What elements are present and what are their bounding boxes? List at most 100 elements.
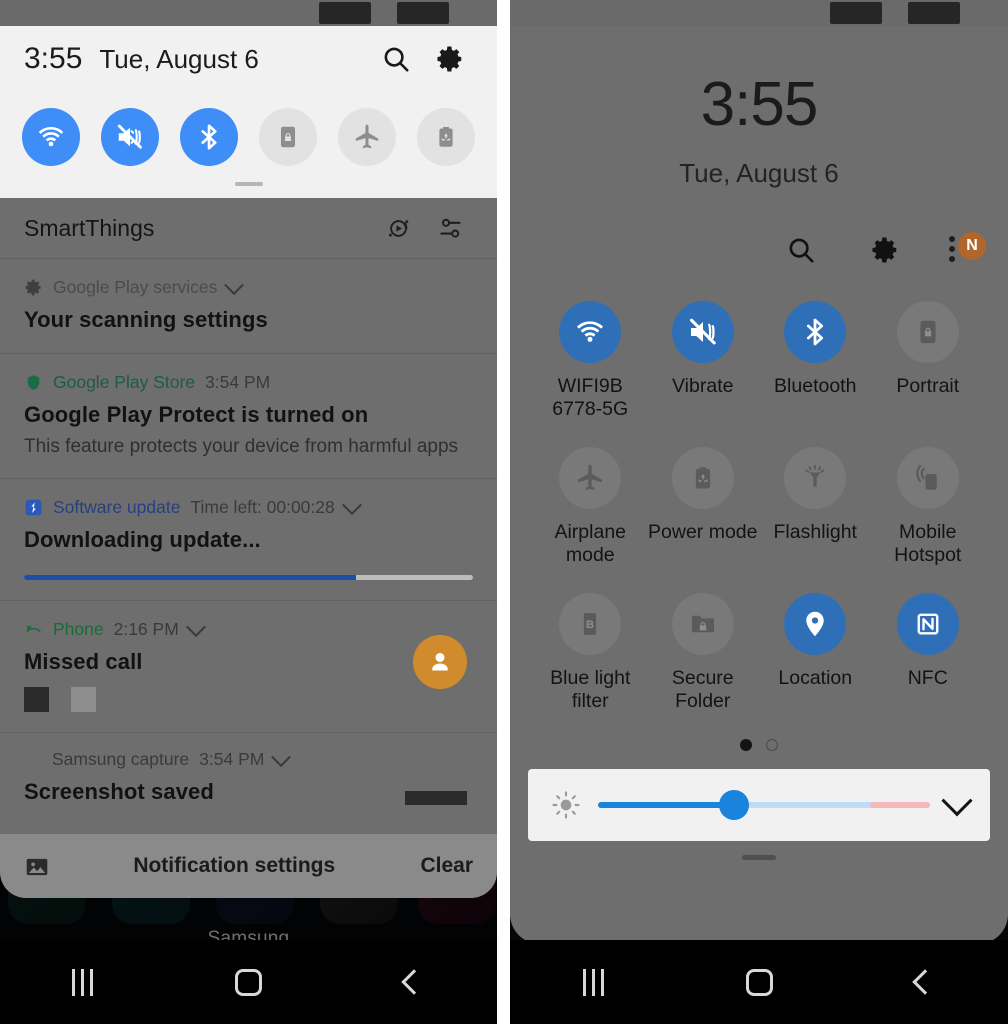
notification-item[interactable]: Phone 2:16 PM Missed call	[0, 601, 497, 732]
picture-icon[interactable]	[24, 854, 48, 878]
tile-label: Power mode	[648, 521, 758, 543]
blue-light-icon: B	[559, 593, 622, 655]
gear-icon[interactable]	[862, 227, 908, 273]
airplane-mode-tile[interactable]	[338, 108, 396, 166]
panel-divider-gap	[497, 0, 510, 1024]
flashlight-tile[interactable]: Flashlight	[759, 447, 872, 567]
left-status-bar	[0, 0, 497, 26]
slider-knob[interactable]	[719, 790, 750, 820]
chevron-down-icon[interactable]	[341, 494, 362, 515]
notification-item[interactable]: Google Play services Your scanning setti…	[0, 259, 497, 353]
bluetooth-tile[interactable]: Bluetooth	[759, 301, 872, 421]
secure-folder-icon	[671, 593, 734, 655]
mini-qs-tile-row	[0, 92, 497, 182]
wifi-tile[interactable]: WIFI9B 6778-5G	[534, 301, 647, 421]
notification-time: 3:54 PM	[199, 749, 265, 769]
software-update-icon	[24, 498, 43, 517]
bluetooth-icon	[784, 301, 847, 363]
quick-settings-tiles: WIFI9B 6778-5G Vibrate Bluetooth Portrai…	[510, 301, 1008, 713]
chevron-down-icon[interactable]	[271, 746, 292, 767]
secure-folder-tile[interactable]: Secure Folder	[647, 593, 760, 713]
location-tile[interactable]: Location	[759, 593, 872, 713]
power-mode-tile[interactable]: Power mode	[647, 447, 760, 567]
vibrate-tile[interactable]	[101, 108, 159, 166]
notification-item[interactable]: Software update Time left: 00:00:28 Down…	[0, 479, 497, 600]
back-icon[interactable]	[880, 952, 970, 1012]
status-redacted-block	[397, 2, 449, 24]
notification-app-name: Samsung capture	[52, 749, 190, 769]
portrait-tile[interactable]: Portrait	[872, 301, 985, 421]
home-icon[interactable]	[714, 952, 804, 1012]
recents-icon[interactable]	[548, 952, 638, 1012]
notification-item[interactable]: Google Play Store 3:54 PM Google Play Pr…	[0, 354, 497, 478]
smartthings-header: SmartThings	[0, 198, 497, 258]
search-icon[interactable]	[778, 227, 824, 273]
blue-light-filter-tile[interactable]: B Blue light filter	[534, 593, 647, 713]
chevron-down-icon[interactable]	[224, 274, 245, 295]
gear-icon	[24, 278, 43, 297]
smartthings-title: SmartThings	[24, 214, 155, 241]
right-navigation-bar	[510, 940, 1008, 1024]
chevron-down-icon[interactable]	[185, 616, 206, 637]
brightness-slider-panel	[528, 769, 990, 841]
tile-label: Location	[778, 667, 853, 689]
smartthings-scene-icon[interactable]	[375, 205, 421, 251]
airplane-mode-tile[interactable]: Airplane mode	[534, 447, 647, 567]
status-badge: N	[958, 232, 986, 260]
notification-list: SmartThings Google Play services Your sc…	[0, 198, 497, 898]
right-status-bar	[510, 0, 1008, 26]
qs-page-indicator[interactable]	[740, 739, 778, 751]
status-redacted-block	[319, 2, 371, 24]
tile-label: NFC	[907, 667, 948, 689]
redacted-block	[405, 791, 467, 805]
vibrate-tile[interactable]: Vibrate	[647, 301, 760, 421]
mini-qs-header: 3:55 Tue, August 6	[0, 26, 497, 92]
search-icon[interactable]	[373, 36, 419, 82]
notification-time: Time left: 00:00:28	[190, 497, 335, 517]
tile-label: Bluetooth	[774, 375, 857, 397]
notification-time: 2:16 PM	[113, 619, 179, 639]
notification-filter-icon[interactable]	[427, 205, 473, 251]
portrait-tile[interactable]	[259, 108, 317, 166]
notification-app-name: Phone	[53, 619, 104, 639]
overflow-dots	[949, 236, 955, 262]
missed-call-icon	[24, 620, 43, 639]
clear-button[interactable]: Clear	[420, 854, 473, 878]
page-dot[interactable]	[766, 739, 778, 751]
gear-icon[interactable]	[427, 36, 473, 82]
mini-quick-settings: 3:55 Tue, August 6	[0, 26, 497, 198]
mobile-hotspot-tile[interactable]: Mobile Hotspot	[872, 447, 985, 567]
qs-drag-handle[interactable]	[742, 855, 776, 860]
power-mode-tile[interactable]	[417, 108, 475, 166]
airplane-icon	[355, 124, 379, 149]
slider-fill	[598, 802, 735, 808]
shade-drag-handle[interactable]	[234, 182, 263, 186]
auto-rotate-lock-icon	[280, 126, 296, 148]
notification-item[interactable]: Samsung capture 3:54 PM Screenshot saved	[0, 733, 497, 825]
right-phone-screen: 3:55 Tue, August 6 N WIFI9B 6778-5G Vibr…	[510, 0, 1008, 1024]
notification-body: This feature protects your device from h…	[24, 436, 459, 457]
battery-recycle-icon	[439, 127, 453, 147]
page-dot-active[interactable]	[740, 739, 752, 751]
nfc-tile[interactable]: NFC	[872, 593, 985, 713]
mini-qs-clock-group: 3:55 Tue, August 6	[24, 42, 259, 76]
bluetooth-tile[interactable]	[180, 108, 238, 166]
wifi-tile[interactable]	[22, 108, 80, 166]
brightness-slider[interactable]	[598, 790, 930, 820]
tile-label: Mobile Hotspot	[894, 521, 962, 566]
download-progress-bar	[24, 575, 473, 580]
tile-label: Airplane mode	[554, 521, 627, 566]
more-options-icon[interactable]: N	[946, 230, 986, 270]
avatar[interactable]	[413, 635, 467, 689]
recents-icon[interactable]	[38, 952, 128, 1012]
home-icon[interactable]	[203, 952, 293, 1012]
hotspot-icon	[896, 447, 959, 509]
back-icon[interactable]	[369, 952, 459, 1012]
mini-qs-date: Tue, August 6	[99, 44, 259, 74]
brightness-sun-icon	[550, 789, 582, 821]
left-navigation-bar	[0, 940, 497, 1024]
chevron-down-icon[interactable]	[941, 785, 973, 817]
notification-title: Missed call	[24, 649, 143, 674]
notification-settings-button[interactable]: Notification settings	[133, 854, 335, 878]
battery-recycle-icon	[671, 447, 734, 509]
